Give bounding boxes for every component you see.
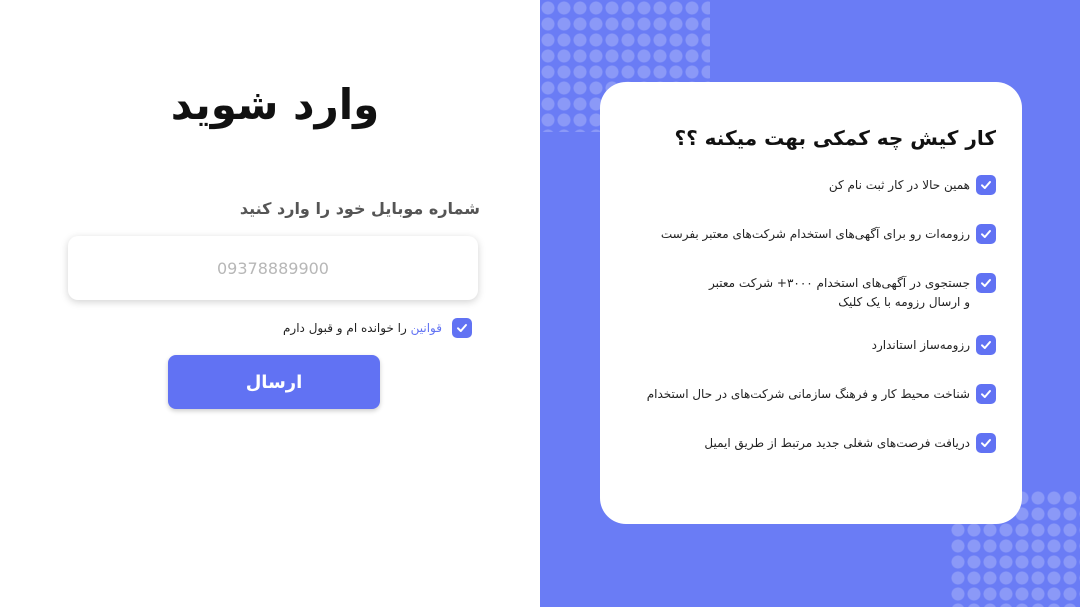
terms-rest-text: را خوانده ام و قبول دارم <box>282 321 411 335</box>
feature-item: شناخت محیط کار و فرهنگ سازمانی شرکت‌های … <box>626 384 996 404</box>
feature-list: همین حالا در کار ثبت نام کن رزومه‌ات رو … <box>626 175 996 453</box>
feature-text: جستجوی در آگهی‌های استخدام ۳۰۰۰+ شرکت مع… <box>709 276 970 309</box>
terms-agreement: قوانین را خوانده ام و قبول دارم <box>240 316 472 340</box>
feature-item: جستجوی در آگهی‌های استخدام ۳۰۰۰+ شرکت مع… <box>626 273 996 312</box>
feature-text: شناخت محیط کار و فرهنگ سازمانی شرکت‌های … <box>646 387 970 401</box>
check-icon <box>976 273 996 293</box>
feature-item: رزومه‌ات رو برای آگهی‌های استخدام شرکت‌ه… <box>626 224 996 244</box>
feature-item: دریافت فرصت‌های شغلی جدید مرتبط از طریق … <box>626 433 996 453</box>
check-icon <box>976 335 996 355</box>
phone-input[interactable] <box>68 236 478 300</box>
check-icon <box>976 384 996 404</box>
feature-text: رزومه‌ات رو برای آگهی‌های استخدام شرکت‌ه… <box>660 227 970 241</box>
terms-link[interactable]: قوانین <box>411 321 442 335</box>
feature-item: رزومه‌ساز استاندارد <box>626 335 996 355</box>
feature-text: همین حالا در کار ثبت نام کن <box>828 178 970 192</box>
check-icon <box>976 433 996 453</box>
promo-title: کار کیش چه کمکی بهت میکنه ؟؟ <box>674 126 996 150</box>
check-icon <box>976 224 996 244</box>
page-title: وارد شوید <box>170 80 380 129</box>
promo-panel: کار کیش چه کمکی بهت میکنه ؟؟ همین حالا د… <box>540 0 1080 607</box>
feature-text: رزومه‌ساز استاندارد <box>871 338 970 352</box>
login-panel: وارد شوید شماره موبایل خود را وارد کنید … <box>0 0 540 607</box>
checkmark-icon <box>457 324 467 332</box>
phone-label: شماره موبایل خود را وارد کنید <box>239 199 480 218</box>
terms-checkbox[interactable] <box>452 318 472 338</box>
promo-card: کار کیش چه کمکی بهت میکنه ؟؟ همین حالا د… <box>600 82 1022 524</box>
feature-text: دریافت فرصت‌های شغلی جدید مرتبط از طریق … <box>704 436 970 450</box>
feature-item: همین حالا در کار ثبت نام کن <box>626 175 996 195</box>
terms-text: قوانین را خوانده ام و قبول دارم <box>283 321 442 335</box>
submit-button[interactable]: ارسال <box>168 355 380 409</box>
check-icon <box>976 175 996 195</box>
